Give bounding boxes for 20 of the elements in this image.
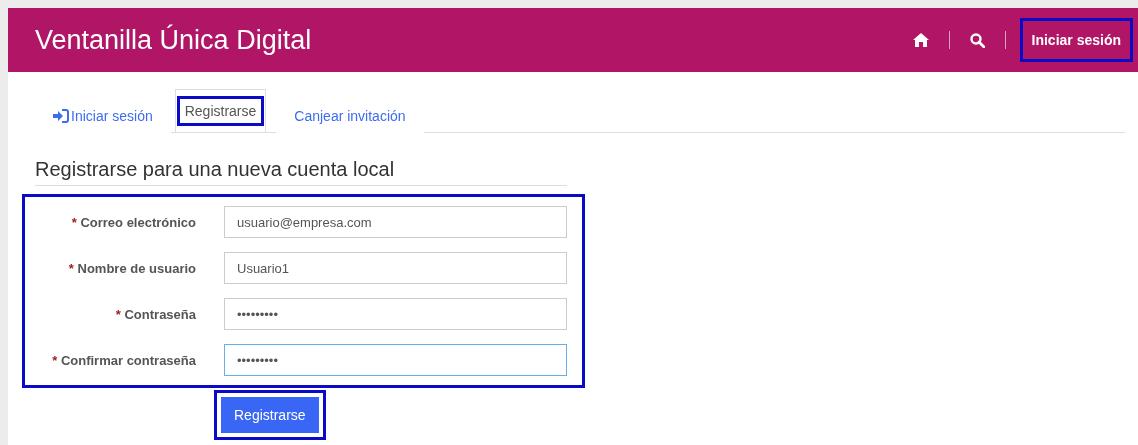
required-mark: * — [71, 214, 77, 230]
input-field[interactable]: usuario@empresa.com — [224, 206, 567, 238]
required-mark: * — [52, 352, 58, 368]
sign-in-icon — [53, 109, 69, 123]
label-text: Correo electrónico — [80, 214, 196, 230]
sign-in-link[interactable]: Iniciar sesión — [1019, 18, 1133, 62]
input-field[interactable]: ••••••••• — [224, 344, 567, 376]
input-field[interactable]: Usuario1 — [224, 252, 567, 284]
site-title: Ventanilla Única Digital — [35, 24, 312, 56]
form-heading: Registrarse para una nueva cuenta local — [35, 158, 567, 186]
register-button[interactable]: Registrarse — [214, 390, 326, 440]
required-mark: * — [115, 306, 121, 322]
label-text: Nombre de usuario — [77, 260, 196, 276]
required-mark: * — [68, 260, 74, 276]
input-field[interactable]: ••••••••• — [224, 298, 567, 330]
home-icon — [912, 33, 929, 47]
label-text: Contraseña — [124, 306, 196, 322]
tab[interactable]: Registrarse — [174, 89, 267, 132]
search-icon — [969, 32, 985, 48]
label-text: Confirmar contraseña — [60, 352, 196, 368]
